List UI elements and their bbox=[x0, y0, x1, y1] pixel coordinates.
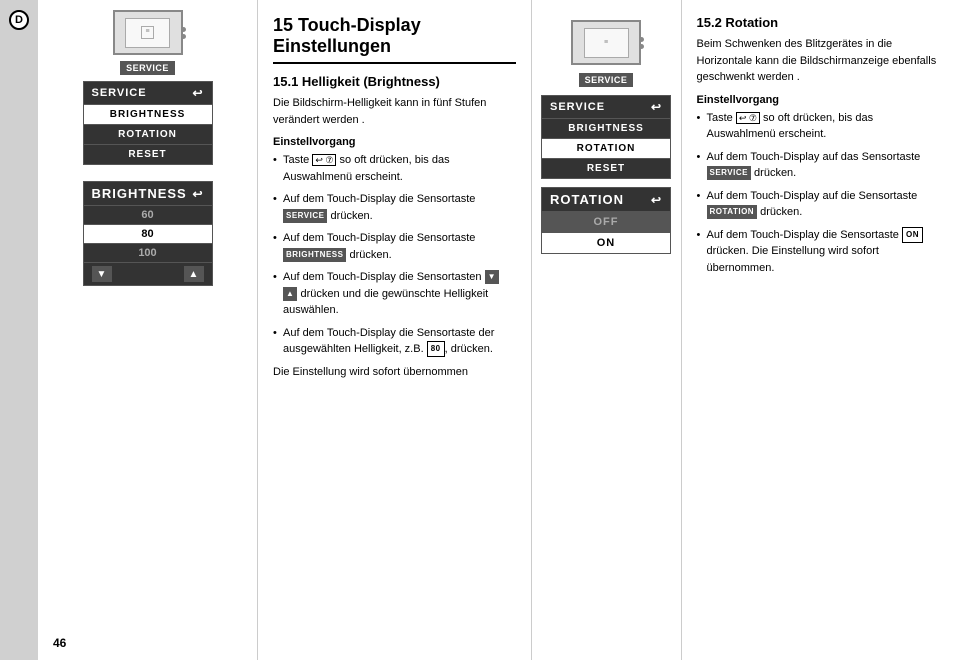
bullet-1: Taste ↩ ⑦ so oft drücken, bis das Auswah… bbox=[273, 152, 516, 185]
brightness-arrows: ▼ ▲ bbox=[84, 262, 212, 285]
service-button-right: SERVICE bbox=[579, 73, 634, 87]
right-knob-1 bbox=[639, 37, 644, 42]
bullet-3: Auf dem Touch-Display die Sensortaste BR… bbox=[273, 230, 516, 263]
section-title: 15 Touch-Display Einstellungen bbox=[273, 15, 516, 64]
brightness-60: 60 bbox=[84, 205, 212, 224]
right-text-col: 15.2 Rotation Beim Schwenken des Blitzge… bbox=[682, 0, 954, 660]
value-badge: 80 bbox=[427, 341, 445, 357]
bullet-2: Auf dem Touch-Display die Sensortaste SE… bbox=[273, 191, 516, 224]
brightness-badge: BRIGHTNESS bbox=[283, 248, 346, 262]
right-device-screen: ≡ bbox=[584, 28, 629, 58]
rotation-header: ROTATION ↩ bbox=[542, 188, 670, 211]
left-text-content: 15 Touch-Display Einstellungen 15.1 Hell… bbox=[258, 0, 532, 660]
right-knob-area bbox=[639, 37, 644, 49]
brightness-80: 80 bbox=[84, 224, 212, 243]
right-bullet-4: Auf dem Touch-Display die Sensortaste ON… bbox=[697, 227, 940, 277]
service-menu-left: SERVICE ↩ BRIGHTNESS ROTATION RESET bbox=[83, 81, 213, 165]
service-menu-title: SERVICE bbox=[92, 87, 147, 99]
bullet-4: Auf dem Touch-Display die Sensortasten ▼… bbox=[273, 269, 516, 319]
bullet-5: Auf dem Touch-Display die Sensortaste de… bbox=[273, 325, 516, 358]
main-content: ≡ SERVICE SERVICE ↩ BRIGHT bbox=[38, 0, 954, 660]
rotation-off: OFF bbox=[542, 211, 670, 232]
rotation-title: ROTATION bbox=[550, 192, 624, 207]
knob-2 bbox=[181, 34, 186, 39]
down-badge: ▼ bbox=[485, 270, 499, 284]
right-einstellvorgang: Einstellvorgang bbox=[697, 94, 940, 106]
subsection-title: 15.1 Helligkeit (Brightness) bbox=[273, 74, 516, 89]
brightness-title: BRIGHTNESS bbox=[92, 186, 187, 201]
menu-back-arrow: ↩ bbox=[192, 86, 203, 100]
footer-text: Die Einstellung wird sofort übernommen bbox=[273, 364, 516, 381]
knob-area bbox=[181, 27, 186, 39]
section-letter: D bbox=[9, 10, 29, 30]
right-menu-reset: RESET bbox=[542, 158, 670, 178]
right-section-title: 15.2 Rotation bbox=[697, 15, 940, 30]
left-illustration-area: ≡ SERVICE SERVICE ↩ BRIGHT bbox=[38, 0, 257, 306]
right-service-title: SERVICE bbox=[550, 101, 605, 113]
right-bullet-3: Auf dem Touch-Display auf die Sensortast… bbox=[697, 188, 940, 221]
arrow-up[interactable]: ▲ bbox=[184, 266, 204, 282]
menu-item-reset: RESET bbox=[84, 144, 212, 164]
einstellvorgang-label: Einstellvorgang bbox=[273, 136, 516, 148]
device-screen: ≡ bbox=[125, 18, 170, 48]
right-back-arrow: ↩ bbox=[651, 100, 662, 114]
right-on-badge: ON bbox=[902, 227, 923, 243]
rotation-back-arrow: ↩ bbox=[651, 193, 662, 207]
right-bullet-2: Auf dem Touch-Display auf das Sensortast… bbox=[697, 149, 940, 182]
knob-1 bbox=[181, 27, 186, 32]
right-knob-2 bbox=[639, 44, 644, 49]
left-sidebar: D bbox=[0, 0, 38, 660]
device-illustration-left: ≡ bbox=[113, 10, 183, 55]
service-menu-right: SERVICE ↩ BRIGHTNESS ROTATION RESET bbox=[541, 95, 671, 179]
right-illustrations-col: ≡ SERVICE SERVICE ↩ BRIGHTNESS ROTATION … bbox=[532, 0, 682, 660]
menu-item-brightness: BRIGHTNESS bbox=[84, 104, 212, 124]
brightness-100: 100 bbox=[84, 243, 212, 262]
brightness-menu: BRIGHTNESS ↩ 60 80 100 ▼ ▲ bbox=[83, 181, 213, 286]
service-button-illustration: SERVICE bbox=[120, 61, 175, 75]
rotation-on: ON bbox=[542, 232, 670, 253]
right-bullet-1: Taste ↩ ⑦ so oft drücken, bis das Auswah… bbox=[697, 110, 940, 143]
right-service-badge: SERVICE bbox=[707, 166, 751, 180]
service-menu-header: SERVICE ↩ bbox=[84, 82, 212, 104]
brightness-header: BRIGHTNESS ↩ bbox=[84, 182, 212, 205]
left-column: ≡ SERVICE SERVICE ↩ BRIGHT bbox=[38, 0, 258, 660]
rotation-menu: ROTATION ↩ OFF ON bbox=[541, 187, 671, 254]
key-badge-1: ↩ ⑦ bbox=[312, 154, 336, 166]
menu-item-rotation: ROTATION bbox=[84, 124, 212, 144]
intro-text: Die Bildschirm-Helligkeit kann in fünf S… bbox=[273, 95, 516, 128]
right-rotation-badge: ROTATION bbox=[707, 205, 758, 219]
brightness-back-arrow: ↩ bbox=[192, 187, 203, 201]
service-badge-1: SERVICE bbox=[283, 209, 327, 223]
device-illustration-right: ≡ bbox=[571, 20, 641, 65]
right-menu-rotation: ROTATION bbox=[542, 138, 670, 158]
right-key-badge: ↩ ⑦ bbox=[736, 112, 760, 124]
right-service-menu-header: SERVICE ↩ bbox=[542, 96, 670, 118]
right-menu-brightness: BRIGHTNESS bbox=[542, 118, 670, 138]
page-number: 46 bbox=[38, 626, 257, 660]
up-badge: ▲ bbox=[283, 287, 297, 301]
arrow-down[interactable]: ▼ bbox=[92, 266, 112, 282]
right-intro-text: Beim Schwenken des Blitzgerätes in die H… bbox=[697, 36, 940, 86]
